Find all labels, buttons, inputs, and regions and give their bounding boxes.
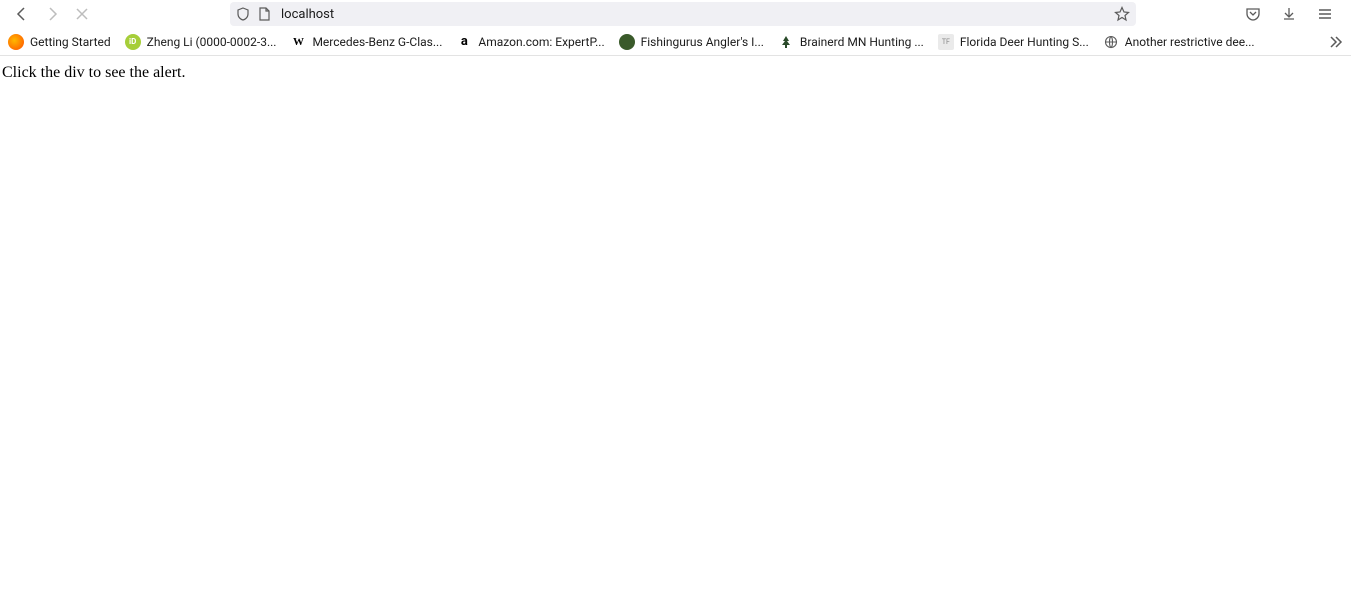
back-button[interactable] xyxy=(12,4,32,24)
bookmark-amazon[interactable]: a Amazon.com: ExpertP... xyxy=(456,34,604,50)
bookmark-label: Zheng Li (0000-0002-3... xyxy=(147,35,277,49)
bookmarks-bar: Getting Started iD Zheng Li (0000-0002-3… xyxy=(0,28,1351,56)
tree-icon xyxy=(778,34,794,50)
menu-icon[interactable] xyxy=(1315,4,1335,24)
globe-icon xyxy=(1103,34,1119,50)
text-icon: TF xyxy=(938,34,954,50)
url-bar[interactable]: localhost xyxy=(230,2,1136,26)
toolbar-right xyxy=(1243,4,1345,24)
firefox-icon xyxy=(8,34,24,50)
bookmark-label: Florida Deer Hunting S... xyxy=(960,35,1089,49)
shield-icon[interactable] xyxy=(236,7,250,21)
bookmark-fishingurus[interactable]: Fishingurus Angler's I... xyxy=(619,34,764,50)
body-text[interactable]: Click the div to see the alert. xyxy=(2,64,186,81)
bookmark-label: Amazon.com: ExpertP... xyxy=(478,35,604,49)
bookmark-label: Another restrictive dee... xyxy=(1125,35,1255,49)
bookmark-zheng-li[interactable]: iD Zheng Li (0000-0002-3... xyxy=(125,34,277,50)
bookmark-label: Brainerd MN Hunting ... xyxy=(800,35,924,49)
bookmark-brainerd[interactable]: Brainerd MN Hunting ... xyxy=(778,34,924,50)
bookmark-label: Getting Started xyxy=(30,35,111,49)
bookmark-label: Mercedes-Benz G-Clas... xyxy=(312,35,442,49)
forward-button[interactable] xyxy=(42,4,62,24)
amazon-icon: a xyxy=(456,34,472,50)
bookmark-florida[interactable]: TF Florida Deer Hunting S... xyxy=(938,34,1089,50)
bookmark-another-restrictive[interactable]: Another restrictive dee... xyxy=(1103,34,1255,50)
page-icon xyxy=(258,7,271,21)
wikipedia-icon: W xyxy=(290,34,306,50)
nav-buttons xyxy=(6,4,98,24)
bookmark-mercedes[interactable]: W Mercedes-Benz G-Clas... xyxy=(290,34,442,50)
bookmark-label: Fishingurus Angler's I... xyxy=(641,35,764,49)
bookmarks-overflow-icon[interactable] xyxy=(1327,34,1343,50)
downloads-icon[interactable] xyxy=(1279,4,1299,24)
url-text[interactable]: localhost xyxy=(279,7,1106,22)
page-body: Click the div to see the alert. xyxy=(0,56,1351,90)
fish-icon xyxy=(619,34,635,50)
bookmark-getting-started[interactable]: Getting Started xyxy=(8,34,111,50)
stop-button[interactable] xyxy=(72,4,92,24)
pocket-icon[interactable] xyxy=(1243,4,1263,24)
orcid-icon: iD xyxy=(125,34,141,50)
bookmark-star-icon[interactable] xyxy=(1114,6,1130,22)
browser-toolbar: localhost xyxy=(0,0,1351,28)
